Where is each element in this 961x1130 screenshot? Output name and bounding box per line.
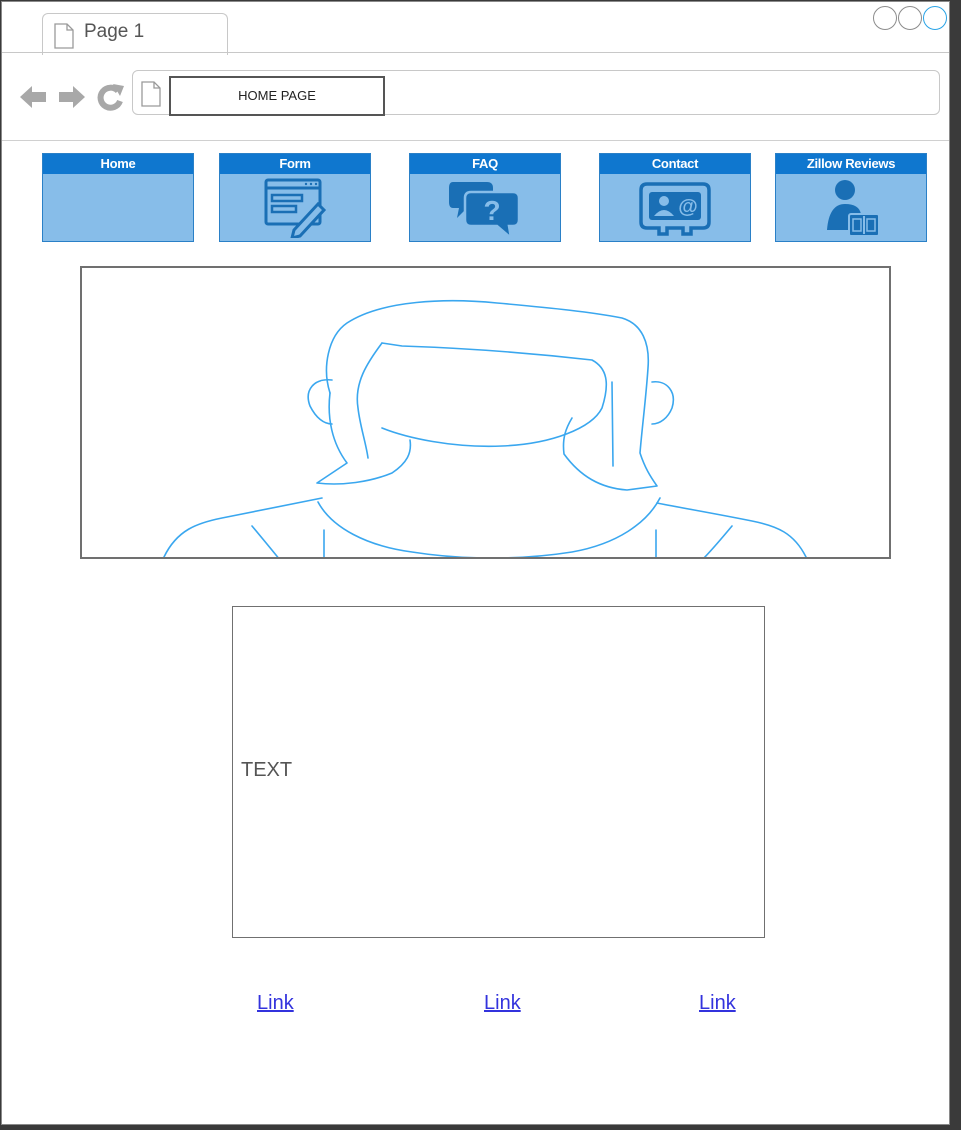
forward-arrow-icon[interactable] bbox=[57, 82, 87, 112]
text-content-box: TEXT bbox=[232, 606, 765, 938]
menu-button-contact[interactable]: Contact @ bbox=[599, 153, 751, 242]
menu-label-form: Form bbox=[220, 154, 370, 174]
form-pencil-icon bbox=[264, 178, 327, 238]
svg-text:@: @ bbox=[678, 196, 698, 218]
address-input[interactable]: HOME PAGE bbox=[169, 76, 385, 116]
footer-link-3[interactable]: Link bbox=[699, 992, 736, 1015]
back-arrow-icon[interactable] bbox=[18, 82, 48, 112]
minimize-button[interactable] bbox=[873, 6, 897, 30]
hero-image bbox=[80, 266, 891, 559]
close-button[interactable] bbox=[923, 6, 947, 30]
maximize-button[interactable] bbox=[898, 6, 922, 30]
tab-divider bbox=[2, 52, 949, 53]
menu-label-home: Home bbox=[43, 154, 193, 174]
menu-label-contact: Contact bbox=[600, 154, 750, 174]
user-book-icon bbox=[827, 180, 880, 237]
page-icon bbox=[54, 23, 74, 49]
contact-card-icon: @ bbox=[639, 182, 711, 236]
footer-link-1[interactable]: Link bbox=[257, 992, 294, 1015]
tab-page-1[interactable]: Page 1 bbox=[42, 13, 228, 55]
reload-icon[interactable] bbox=[96, 82, 126, 112]
menu-label-faq: FAQ bbox=[410, 154, 560, 174]
window-controls bbox=[873, 6, 947, 30]
menu-button-faq[interactable]: FAQ ? bbox=[409, 153, 561, 242]
menu-button-home[interactable]: Home bbox=[42, 153, 194, 242]
faq-speech-bubble-icon: ? bbox=[449, 182, 521, 240]
tab-label: Page 1 bbox=[84, 21, 145, 42]
svg-text:?: ? bbox=[483, 195, 500, 226]
person-illustration bbox=[163, 299, 807, 557]
text-content: TEXT bbox=[241, 759, 293, 781]
page-icon bbox=[141, 81, 161, 107]
menu-button-zillow-reviews[interactable]: Zillow Reviews bbox=[775, 153, 927, 242]
browser-window: Page 1 HOME PAGE Home Form FAQ ? Contact… bbox=[1, 1, 950, 1125]
toolbar-divider bbox=[2, 140, 949, 141]
menu-button-form[interactable]: Form bbox=[219, 153, 371, 242]
footer-link-2[interactable]: Link bbox=[484, 992, 521, 1015]
menu-label-zillow-reviews: Zillow Reviews bbox=[776, 154, 926, 174]
